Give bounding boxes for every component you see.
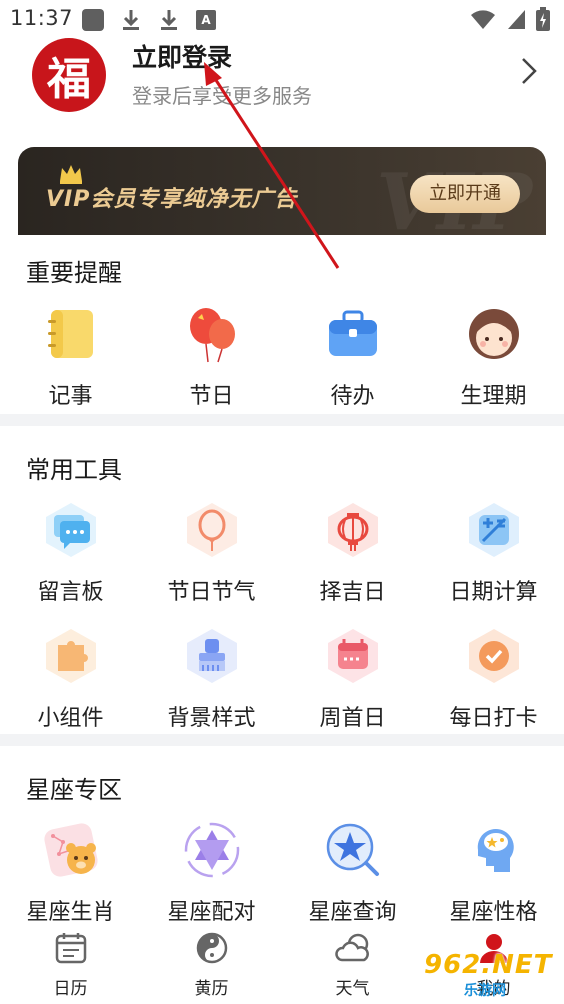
reminders-grid: 记事 节日 待办 生理期	[0, 304, 564, 410]
grid-item-festivals[interactable]: 节日	[141, 304, 282, 410]
battery-icon	[536, 7, 550, 31]
calendar-icon	[51, 928, 91, 968]
grid-item-solar-terms[interactable]: 节日节气	[141, 500, 282, 606]
star-search-icon	[323, 820, 383, 880]
widget-puzzle-icon	[41, 626, 101, 686]
briefcase-icon	[323, 304, 383, 364]
cloud-icon	[333, 928, 373, 968]
message-board-icon	[41, 500, 101, 560]
nav-item-weather[interactable]: 天气	[282, 922, 423, 1004]
grid-item-label: 周首日	[319, 706, 386, 731]
section-title-zodiac: 星座专区	[26, 776, 122, 804]
grid-item-zodiac-animal[interactable]: 星座生肖	[0, 820, 141, 926]
nav-label: 日历	[53, 979, 88, 999]
watermark-text: 乐游网	[464, 983, 506, 999]
grid-item-label: 待办	[330, 384, 375, 409]
calculator-icon	[464, 500, 524, 560]
grid-item-week-start[interactable]: 周首日	[282, 626, 423, 732]
download-icon	[161, 10, 177, 30]
grid-item-date-calc[interactable]: 日期计算	[423, 500, 564, 606]
grid-item-widgets[interactable]: 小组件	[0, 626, 141, 732]
grid-item-label: 背景样式	[167, 706, 256, 731]
app-notification-icon	[82, 9, 104, 31]
grid-item-period[interactable]: 生理期	[423, 304, 564, 410]
grid-item-label: 节日节气	[167, 580, 256, 605]
avatar-char: 福	[47, 54, 91, 105]
nav-label: 黄历	[194, 979, 229, 999]
grid-item-zodiac-search[interactable]: 星座查询	[282, 820, 423, 926]
nav-item-almanac[interactable]: 黄历	[141, 922, 282, 1004]
grid-item-label: 留言板	[37, 580, 104, 605]
grid-item-message-board[interactable]: 留言板	[0, 500, 141, 606]
status-time: 11:37	[10, 6, 74, 30]
hexagram-icon	[182, 820, 242, 880]
brush-icon	[182, 626, 242, 686]
tools-grid-row-1: 留言板 节日节气 择吉日 日期计算	[0, 500, 564, 606]
grid-item-todo[interactable]: 待办	[282, 304, 423, 410]
head-stars-icon	[464, 820, 524, 880]
grid-item-label: 择吉日	[319, 580, 386, 605]
signal-icon	[508, 10, 525, 29]
grid-item-auspicious-day[interactable]: 择吉日	[282, 500, 423, 606]
girl-face-icon	[464, 304, 524, 364]
grid-item-label: 小组件	[37, 706, 104, 731]
grid-item-label: 日期计算	[449, 580, 538, 605]
vip-banner[interactable]: VIP VIP会员专享纯净无广告 立即开通	[18, 147, 546, 235]
section-title-tools: 常用工具	[26, 456, 122, 484]
section-divider	[0, 414, 564, 426]
avatar[interactable]: 福	[32, 38, 106, 112]
chevron-right-icon[interactable]	[518, 56, 540, 86]
checkin-icon	[464, 626, 524, 686]
wifi-icon	[471, 10, 495, 29]
vip-open-button[interactable]: 立即开通	[410, 175, 520, 213]
lantern-icon	[323, 500, 383, 560]
nav-item-calendar[interactable]: 日历	[0, 922, 141, 1004]
vip-text: VIP会员专享纯净无广告	[46, 187, 298, 212]
nav-label: 天气	[335, 979, 370, 999]
calendar-week-icon	[323, 626, 383, 686]
grid-item-notes[interactable]: 记事	[0, 304, 141, 410]
notebook-icon	[41, 304, 101, 364]
section-divider	[0, 734, 564, 746]
yin-yang-icon	[192, 928, 232, 968]
grid-item-label: 每日打卡	[449, 706, 538, 731]
grid-item-label: 生理期	[460, 384, 527, 409]
login-title[interactable]: 立即登录	[132, 38, 232, 74]
login-subtitle: 登录后享受更多服务	[132, 84, 312, 108]
site-watermark: 962.NET 乐游网	[424, 950, 564, 1004]
balloon-icon	[182, 304, 242, 364]
grid-item-label: 节日	[189, 384, 234, 409]
tools-grid-row-2: 小组件 背景样式 周首日 每日打卡	[0, 626, 564, 732]
download-icon	[123, 10, 139, 30]
festival-balloon-icon	[182, 500, 242, 560]
login-header[interactable]: 福 立即登录 登录后享受更多服务	[0, 30, 564, 130]
grid-item-zodiac-match[interactable]: 星座配对	[141, 820, 282, 926]
zodiac-bear-icon	[41, 820, 101, 880]
grid-item-label: 记事	[48, 384, 93, 409]
grid-item-background-style[interactable]: 背景样式	[141, 626, 282, 732]
section-title-reminders: 重要提醒	[26, 259, 122, 287]
app-a-icon: A	[196, 10, 216, 30]
grid-item-daily-checkin[interactable]: 每日打卡	[423, 626, 564, 732]
zodiac-grid: 星座生肖 星座配对 星座查询 星座性格	[0, 820, 564, 926]
grid-item-zodiac-personality[interactable]: 星座性格	[423, 820, 564, 926]
watermark-logo: 962.NET	[424, 950, 553, 980]
